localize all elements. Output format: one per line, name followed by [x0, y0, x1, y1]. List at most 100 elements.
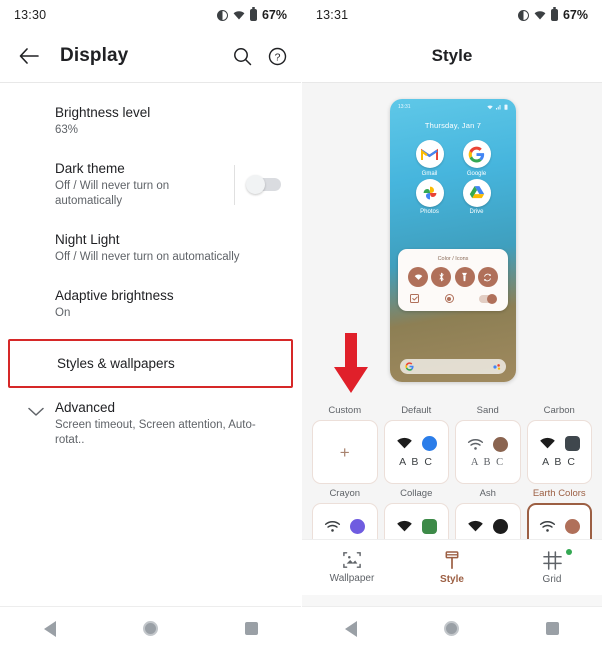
- setting-subtitle: Off / Will never turn on automatically: [55, 251, 240, 263]
- setting-title: Dark theme: [55, 161, 125, 176]
- battery-icon: [249, 7, 257, 21]
- style-card-preview-row: [539, 436, 580, 451]
- signal-icon: [496, 104, 501, 109]
- bottom-nav-wallpaper[interactable]: Wallpaper: [302, 551, 402, 584]
- setting-subtitle: Off / Will never turn on automatically: [55, 180, 170, 207]
- dual-screenshot-container: 13:30 67% Display ? Brightness level 63%…: [0, 0, 602, 650]
- setting-row-night-light[interactable]: Night Light Off / Will never turn on aut…: [0, 220, 301, 276]
- radio-selected[interactable]: [444, 294, 454, 303]
- nav-recents-icon[interactable]: [244, 622, 258, 635]
- style-option-default: Default A B C: [383, 405, 449, 484]
- preview-search-bar[interactable]: [400, 359, 506, 374]
- android-navigation-bar: [0, 606, 301, 650]
- page-title: Style: [431, 46, 473, 65]
- dark-theme-toggle[interactable]: [246, 174, 281, 194]
- bottom-nav-grid[interactable]: Grid: [502, 548, 602, 585]
- preview-app-drive: Drive: [453, 178, 500, 215]
- style-card-default[interactable]: A B C: [383, 420, 449, 484]
- wifi-icon: [468, 438, 484, 450]
- style-label: Custom: [328, 405, 362, 416]
- preview-date: Thursday, Jan 7: [424, 121, 482, 130]
- wifi-icon: [534, 10, 546, 21]
- setting-row-styles-and-wallpapers[interactable]: Styles & wallpapers: [8, 339, 293, 388]
- style-card-custom[interactable]: +: [312, 420, 378, 484]
- status-bar: 13:31 67%: [302, 0, 602, 30]
- battery-icon: [504, 104, 508, 110]
- setting-row-brightness-level[interactable]: Brightness level 63%: [0, 93, 301, 149]
- wifi-icon: [487, 104, 493, 109]
- annotation-red-arrow: [331, 333, 371, 400]
- color-swatch: [493, 436, 509, 452]
- style-option-carbon: Carbon A B C: [526, 405, 592, 484]
- auto-rotate-icon[interactable]: [477, 267, 498, 287]
- app-bar-actions: ?: [233, 47, 287, 66]
- color-swatch: [350, 519, 366, 534]
- toggle-knob: [246, 174, 265, 194]
- google-g-icon: [405, 362, 414, 371]
- preview-time: 13:31: [398, 104, 411, 110]
- color-swatch: [564, 519, 580, 534]
- style-option-custom: Custom +: [312, 405, 378, 484]
- google-drive-icon: [462, 178, 491, 207]
- style-label: Sand: [476, 405, 499, 416]
- style-card-preview-row: [396, 519, 437, 534]
- nav-recents-icon[interactable]: [545, 622, 559, 635]
- preview-app-label: Google: [466, 170, 487, 177]
- style-card-preview-row: [467, 519, 509, 534]
- wifi-icon: [539, 437, 555, 449]
- bottom-nav-label: Grid: [542, 573, 562, 585]
- wallpaper-icon: [343, 552, 361, 568]
- preview-status-icons: [487, 104, 508, 110]
- nav-home-icon[interactable]: [142, 621, 158, 636]
- style-label: Collage: [400, 488, 433, 499]
- dark-theme-toggle-container: [234, 164, 281, 205]
- wifi-icon: [396, 520, 412, 532]
- preview-app-grid: Gmail Google Photos Drive: [390, 130, 516, 215]
- setting-title: Brightness level: [55, 105, 151, 120]
- color-swatch: [493, 519, 509, 534]
- setting-title: Advanced: [55, 400, 116, 415]
- page-title: Display: [60, 45, 129, 66]
- switch-on[interactable]: [479, 293, 497, 304]
- grid-new-badge: [566, 548, 572, 555]
- style-picker-screen: 13:31 67% Style 13:31 Thursday, Jan 7 Gm…: [301, 0, 602, 650]
- back-arrow-icon[interactable]: [14, 41, 44, 71]
- style-card-carbon[interactable]: A B C: [526, 420, 592, 484]
- search-icon[interactable]: [233, 47, 252, 66]
- setting-row-advanced[interactable]: Advanced Screen timeout, Screen attentio…: [0, 395, 301, 459]
- preview-status-bar: 13:31: [390, 99, 516, 110]
- nav-home-icon[interactable]: [443, 621, 459, 636]
- preview-app-label: Gmail: [421, 170, 438, 177]
- setting-row-adaptive-brightness[interactable]: Adaptive brightness On: [0, 276, 301, 332]
- bluetooth-icon[interactable]: [431, 267, 452, 287]
- nav-back-icon[interactable]: [345, 620, 358, 637]
- bottom-nav-style[interactable]: Style: [402, 550, 502, 585]
- wifi-icon[interactable]: [408, 267, 428, 287]
- bottom-navigation: Wallpaper Style Grid: [302, 539, 602, 595]
- style-card-preview-row: [324, 519, 366, 534]
- style-font-sample: A B C: [542, 456, 577, 468]
- style-font-sample: A B C: [399, 456, 434, 468]
- contrast-icon: [517, 9, 529, 21]
- checkbox-checked[interactable]: [410, 294, 419, 303]
- setting-subtitle: Screen timeout, Screen attention, Auto-r…: [55, 419, 256, 446]
- nav-back-icon[interactable]: [43, 620, 56, 637]
- chevron-down-icon[interactable]: [16, 399, 55, 417]
- setting-row-dark-theme[interactable]: Dark theme Off / Will never turn on auto…: [0, 149, 301, 220]
- quick-settings-title: Color / Icons: [437, 256, 469, 262]
- phone-preview[interactable]: 13:31 Thursday, Jan 7 Gmail Google Photo…: [390, 99, 516, 382]
- style-label: Earth Colors: [532, 488, 586, 499]
- wifi-icon: [325, 521, 341, 532]
- bottom-nav-label: Style: [440, 573, 464, 585]
- battery-icon: [550, 7, 558, 21]
- flashlight-icon[interactable]: [454, 267, 475, 287]
- add-icon: +: [339, 442, 350, 462]
- app-bar: Display ?: [0, 30, 301, 82]
- style-label: Crayon: [329, 488, 361, 499]
- style-body: 13:31 Thursday, Jan 7 Gmail Google Photo…: [302, 83, 602, 595]
- help-circle-icon[interactable]: ?: [268, 47, 287, 66]
- setting-subtitle: On: [55, 307, 71, 319]
- style-card-sand[interactable]: A B C: [455, 420, 521, 484]
- status-icons: 67%: [517, 7, 588, 22]
- quick-settings-controls: [406, 287, 500, 304]
